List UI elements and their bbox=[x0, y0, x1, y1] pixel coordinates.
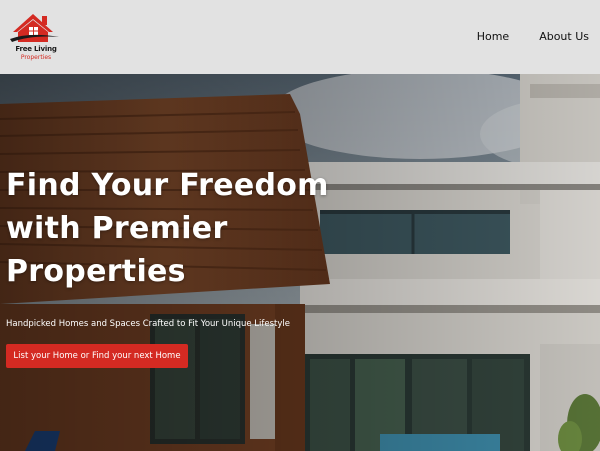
house-logo-icon bbox=[10, 14, 59, 42]
brand-logo[interactable]: Free Living Properties bbox=[9, 12, 61, 62]
main-nav: Home About Us bbox=[477, 30, 589, 43]
hero-section: Find Your Freedom with Premier Propertie… bbox=[0, 74, 600, 451]
list-or-find-home-button[interactable]: List your Home or Find your next Home bbox=[6, 344, 188, 368]
brand-tagline: Properties bbox=[20, 54, 52, 61]
hero-subtitle: Handpicked Homes and Spaces Crafted to F… bbox=[6, 319, 290, 329]
brand-name: Free Living bbox=[15, 45, 57, 53]
hero-title: Find Your Freedom with Premier Propertie… bbox=[6, 168, 329, 289]
nav-home-link[interactable]: Home bbox=[477, 30, 509, 43]
nav-about-link[interactable]: About Us bbox=[539, 30, 589, 43]
site-header: Free Living Properties Home About Us bbox=[0, 0, 600, 74]
